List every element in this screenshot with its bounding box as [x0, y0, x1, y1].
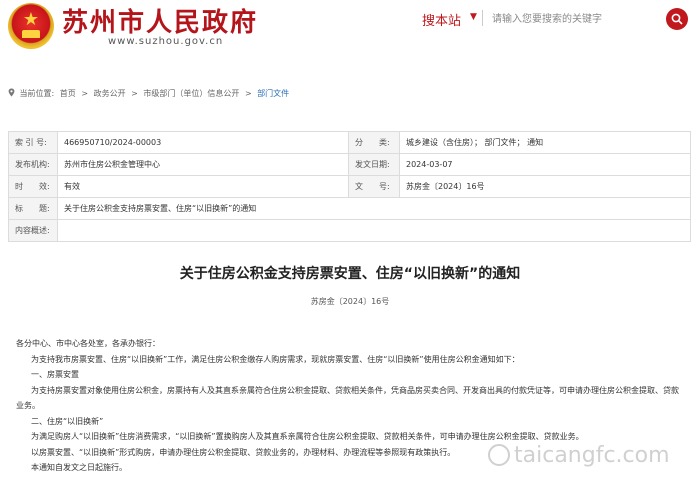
meta-value: 466950710/2024-00003 [57, 131, 349, 154]
meta-label: 时 效: [8, 175, 58, 198]
meta-label: 内容概述: [8, 219, 58, 242]
breadcrumb-sep: > [131, 89, 138, 98]
breadcrumb-sep: > [81, 89, 89, 98]
meta-label: 文 号: [348, 175, 400, 198]
meta-label: 发布机构: [8, 153, 58, 176]
paragraph: 各分中心、市中心各处室，各承办银行： [16, 339, 160, 348]
search-button[interactable] [666, 8, 688, 30]
breadcrumb-home[interactable]: 首页 [60, 89, 76, 98]
meta-value: 城乡建设（含住房）； 部门文件； 通知 [399, 131, 691, 154]
location-pin-icon [8, 88, 15, 97]
breadcrumb-prefix: 当前位置: [19, 89, 55, 98]
table-row: 标 题: 关于住房公积金支持房票安置、住房“以旧换新”的通知 [8, 197, 691, 220]
meta-label: 索 引 号: [8, 131, 58, 154]
search-divider [482, 10, 483, 26]
table-row: 时 效: 有效 文 号: 苏房金〔2024〕16号 [8, 175, 691, 198]
meta-value: 2024-03-07 [399, 153, 691, 176]
breadcrumb-sep: > [244, 89, 252, 98]
meta-value [57, 219, 691, 242]
meta-label: 分 类: [348, 131, 400, 154]
site-title[interactable]: 苏州市人民政府 [62, 2, 258, 39]
table-row: 内容概述: [8, 219, 691, 242]
paragraph: 为支持房票安置对象使用住房公积金，房票持有人及其直系亲属符合住房公积金提取、贷款… [16, 385, 679, 411]
caret-down-icon[interactable]: ▼ [470, 12, 477, 22]
section-heading: 一、房票安置 [31, 370, 79, 379]
meta-value: 关于住房公积金支持房票安置、住房“以旧换新”的通知 [57, 197, 691, 220]
document-meta-table: 索 引 号: 466950710/2024-00003 分 类: 城乡建设（含住… [8, 131, 691, 242]
paragraph: 为支持我市房票安置、住房“以旧换新”工作，满足住房公积金缴存人购房需求，现就房票… [31, 354, 520, 364]
breadcrumb: 当前位置: 首页 > 政务公开 > 市级部门（单位）信息公开 > 部门文件 [8, 88, 292, 99]
table-row: 索 引 号: 466950710/2024-00003 分 类: 城乡建设（含住… [8, 131, 691, 154]
meta-value: 有效 [57, 175, 349, 198]
breadcrumb-gov-affairs[interactable]: 政务公开 [94, 89, 126, 98]
search-scope-select[interactable]: 搜本站 [422, 10, 461, 29]
breadcrumb-city-depts[interactable]: 市级部门（单位）信息公开 [143, 89, 239, 98]
document-title: 关于住房公积金支持房票安置、住房“以旧换新”的通知 [179, 266, 521, 282]
meta-value: 苏州市住房公积金管理中心 [57, 153, 349, 176]
search-icon [671, 13, 683, 25]
meta-label: 标 题: [8, 197, 58, 220]
site-url: www.suzhou.gov.cn [108, 36, 224, 47]
breadcrumb-current[interactable]: 部门文件 [257, 89, 289, 98]
watermark: taicangfc.com [488, 443, 670, 468]
search-input[interactable] [490, 8, 654, 30]
national-emblem-icon: ★ [8, 3, 54, 49]
meta-label: 发文日期: [348, 153, 400, 176]
section-heading: 二、住房“以旧换新” [31, 416, 104, 426]
table-row: 发布机构: 苏州市住房公积金管理中心 发文日期: 2024-03-07 [8, 153, 691, 176]
site-header: ★ 苏州市人民政府 www.suzhou.gov.cn 搜本站 ▼ [0, 0, 700, 60]
meta-value: 苏房金〔2024〕16号 [399, 175, 691, 198]
watermark-logo-icon [488, 444, 510, 466]
document-number: 苏房金〔2024〕16号 [310, 297, 390, 306]
watermark-text: taicangfc.com [514, 443, 670, 468]
